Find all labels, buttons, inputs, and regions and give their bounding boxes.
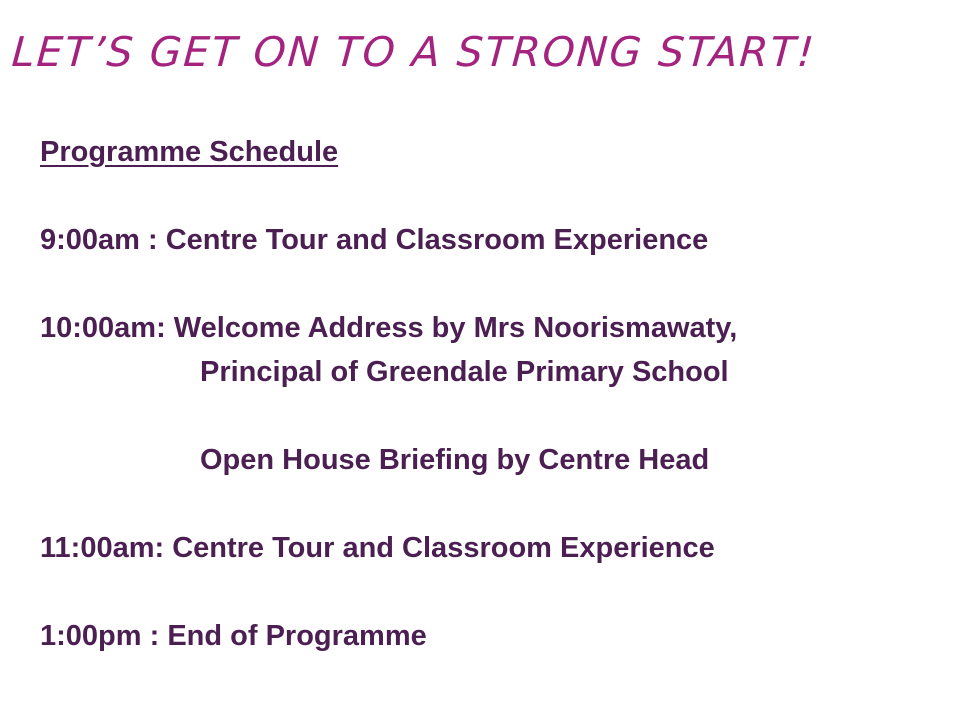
schedule-item-1000-continued: Principal of Greendale Primary School xyxy=(200,356,729,388)
schedule-item-0900: 9:00am : Centre Tour and Classroom Exper… xyxy=(40,224,709,256)
schedule-item-1100: 11:00am: Centre Tour and Classroom Exper… xyxy=(40,532,715,564)
slide-title: LET’S GET ON TO A STRONG START! xyxy=(10,28,818,76)
schedule-heading: Programme Schedule xyxy=(40,136,339,168)
programme-schedule: Programme Schedule 9:00am : Centre Tour … xyxy=(40,130,940,658)
schedule-item-1300: 1:00pm : End of Programme xyxy=(40,620,427,652)
schedule-item-briefing: Open House Briefing by Centre Head xyxy=(200,444,710,476)
schedule-item-1000: 10:00am: Welcome Address by Mrs Noorisma… xyxy=(40,312,738,344)
